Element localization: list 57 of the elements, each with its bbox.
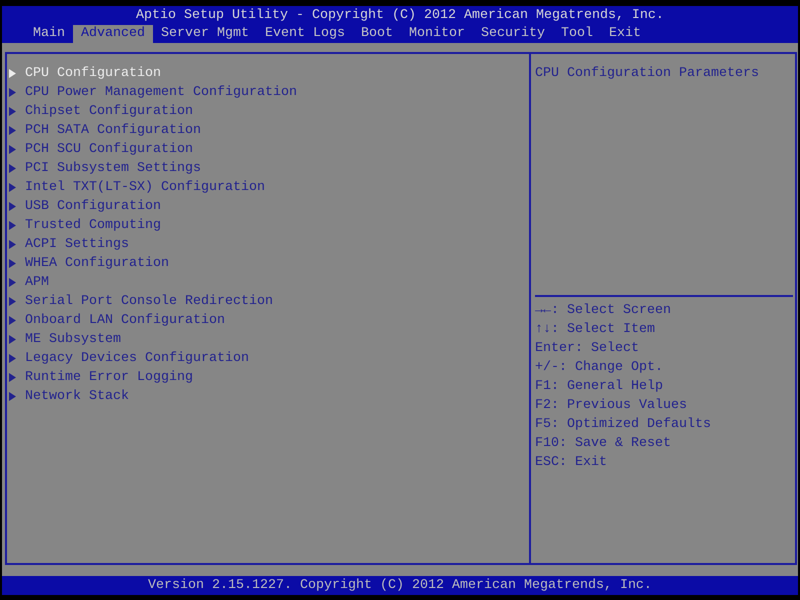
key-hint: ESC: Exit	[535, 454, 607, 472]
menu-tab[interactable]: Advanced	[73, 25, 153, 43]
triangle-icon	[9, 183, 16, 192]
triangle-icon	[9, 145, 16, 154]
triangle-icon	[9, 259, 16, 268]
menu-tab[interactable]: Event Logs	[256, 25, 353, 43]
submenu-item[interactable]: PCH SCU Configuration	[9, 140, 193, 159]
key-hint: Enter: Select	[535, 340, 639, 358]
submenu-item[interactable]: CPU Power Management Configuration	[9, 83, 297, 102]
triangle-icon	[9, 164, 16, 173]
submenu-item[interactable]: PCI Subsystem Settings	[9, 159, 201, 178]
triangle-icon	[9, 373, 16, 382]
key-hint: →←: Select Screen	[535, 302, 671, 320]
key-hint: ↑↓: Select Item	[535, 321, 655, 339]
triangle-icon	[9, 107, 16, 116]
submenu-item[interactable]: WHEA Configuration	[9, 254, 169, 273]
triangle-icon	[9, 88, 16, 97]
submenu-item[interactable]: Runtime Error Logging	[9, 368, 193, 387]
triangle-icon	[9, 297, 16, 306]
triangle-icon	[9, 126, 16, 135]
key-hint: F2: Previous Values	[535, 397, 687, 415]
submenu-item[interactable]: CPU Configuration	[9, 64, 161, 83]
submenu-item[interactable]: Legacy Devices Configuration	[9, 349, 249, 368]
submenu-item[interactable]: Intel TXT(LT-SX) Configuration	[9, 178, 265, 197]
submenu-item[interactable]: ME Subsystem	[9, 330, 121, 349]
triangle-icon	[9, 335, 16, 344]
submenu-item[interactable]: Trusted Computing	[9, 216, 161, 235]
triangle-icon	[9, 202, 16, 211]
menu-tab[interactable]: Security	[472, 25, 553, 43]
triangle-icon	[9, 392, 16, 401]
triangle-icon	[9, 221, 16, 230]
submenu-item[interactable]: APM	[9, 273, 49, 292]
triangle-icon	[9, 240, 16, 249]
submenu-item[interactable]: Network Stack	[9, 387, 129, 406]
key-hint: +/-: Change Opt.	[535, 359, 663, 377]
menu-tab[interactable]: Main	[25, 25, 73, 43]
window-title: Aptio Setup Utility - Copyright (C) 2012 American Megatrends, Inc.	[136, 7, 664, 24]
menu-tab[interactable]: Server Mgmt	[153, 25, 257, 43]
submenu-item[interactable]: Chipset Configuration	[9, 102, 193, 121]
submenu-item[interactable]: ACPI Settings	[9, 235, 129, 254]
help-text: CPU Configuration Parameters	[535, 66, 759, 81]
triangle-icon	[9, 69, 16, 78]
triangle-icon	[9, 316, 16, 325]
submenu-item[interactable]: USB Configuration	[9, 197, 161, 216]
menu-tab[interactable]: Boot	[352, 25, 401, 43]
submenu-item[interactable]: Onboard LAN Configuration	[9, 311, 225, 330]
version-text: Version 2.15.1227. Copyright (C) 2012 American Megatrends, Inc.	[148, 577, 652, 594]
submenu-item[interactable]: Serial Port Console Redirection	[9, 292, 273, 311]
menu-tab[interactable]: Tool	[552, 25, 601, 43]
key-hint: F10: Save & Reset	[535, 435, 671, 453]
key-hint: F1: General Help	[535, 378, 663, 396]
menu-tab[interactable]: Exit	[600, 25, 649, 43]
key-hint: F5: Optimized Defaults	[535, 416, 711, 434]
menu-tab[interactable]: Monitor	[400, 25, 473, 43]
triangle-icon	[9, 278, 16, 287]
submenu-item[interactable]: PCH SATA Configuration	[9, 121, 201, 140]
triangle-icon	[9, 354, 16, 363]
